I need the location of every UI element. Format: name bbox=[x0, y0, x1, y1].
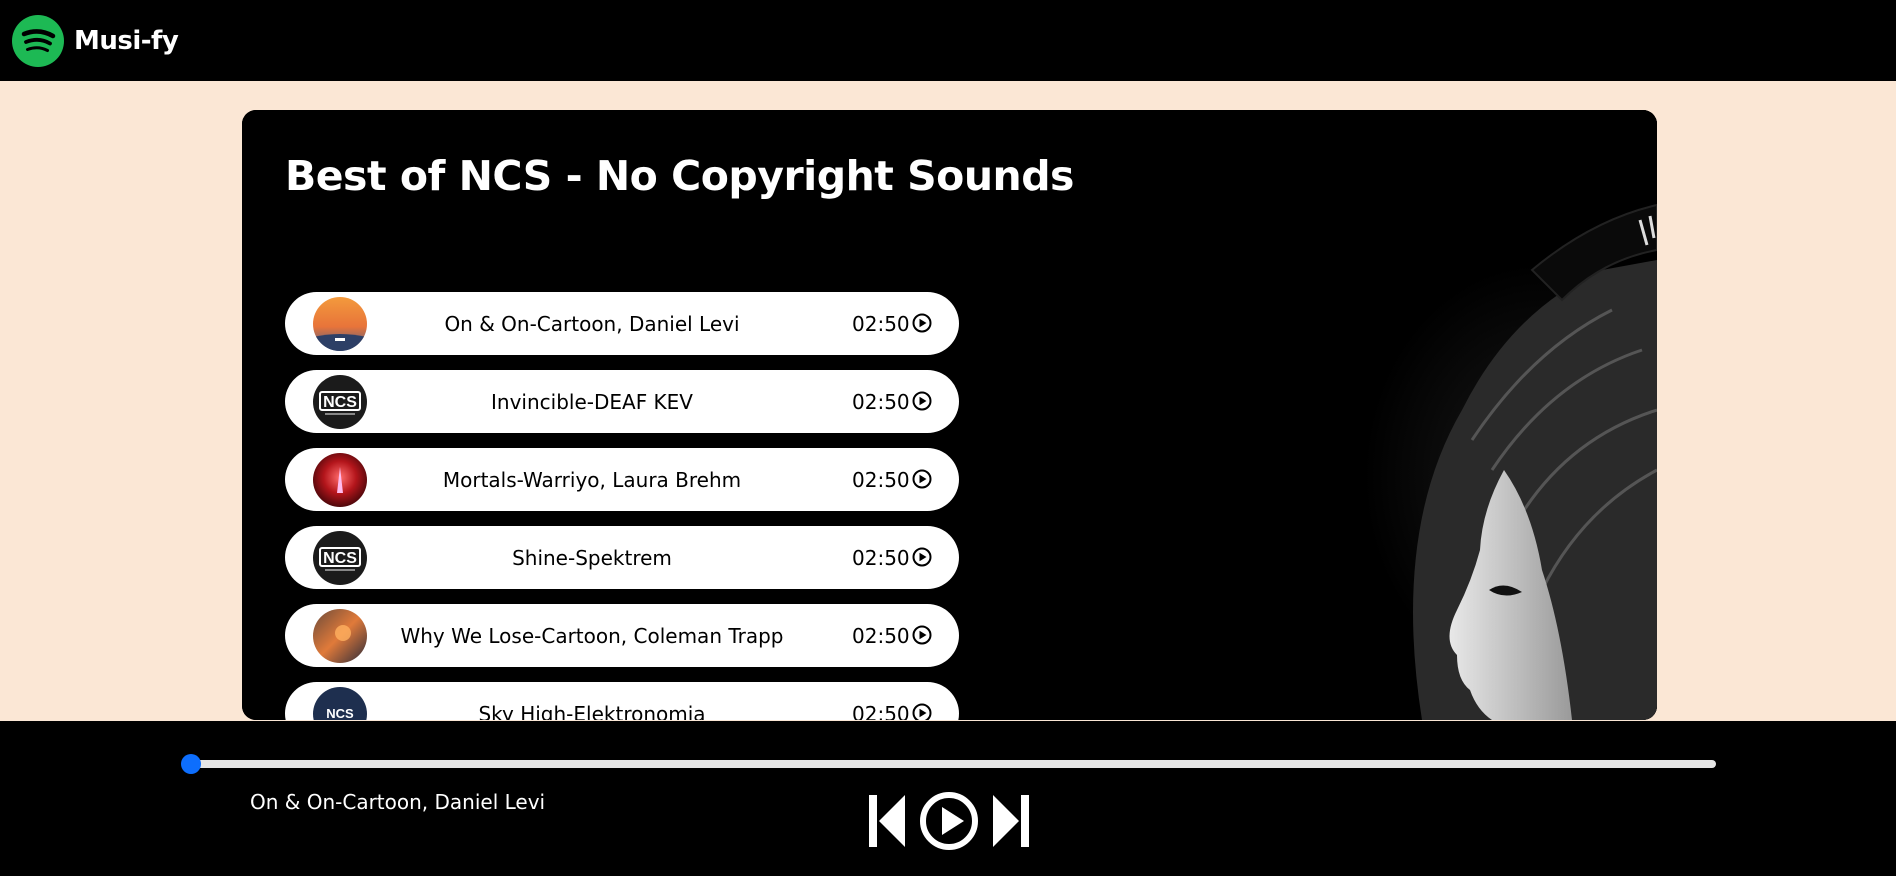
play-icon[interactable] bbox=[919, 791, 979, 851]
player-bar: On & On-Cartoon, Daniel Levi bbox=[0, 721, 1896, 876]
song-item[interactable]: On & On-Cartoon, Daniel Levi 02:50 bbox=[285, 292, 959, 355]
song-item[interactable]: Why We Lose-Cartoon, Coleman Trapp 02:50 bbox=[285, 604, 959, 667]
song-item[interactable]: NCS Sky High-Elektronomia 02:50 bbox=[285, 682, 959, 720]
play-circle-icon[interactable] bbox=[912, 547, 932, 567]
play-circle-icon[interactable] bbox=[912, 391, 932, 411]
play-circle-icon[interactable] bbox=[912, 625, 932, 645]
song-duration: 02:50 bbox=[852, 545, 910, 570]
song-list: On & On-Cartoon, Daniel Levi 02:50 NCS I… bbox=[285, 292, 959, 720]
player-controls bbox=[867, 791, 1033, 853]
song-duration: 02:50 bbox=[852, 389, 910, 414]
song-title: Mortals-Warriyo, Laura Brehm bbox=[442, 467, 742, 492]
song-cover-image bbox=[313, 609, 367, 663]
progress-thumb[interactable] bbox=[181, 754, 201, 774]
play-circle-icon[interactable] bbox=[912, 313, 932, 333]
song-cover-image bbox=[313, 453, 367, 507]
play-circle-icon[interactable] bbox=[912, 703, 932, 720]
playlist-container: Best of NCS - No Copyright Sounds On & O… bbox=[242, 110, 1657, 720]
song-title: On & On-Cartoon, Daniel Levi bbox=[444, 311, 740, 336]
song-duration: 02:50 bbox=[852, 623, 910, 648]
navbar: Musi-fy bbox=[0, 0, 1896, 81]
spotify-logo-icon[interactable] bbox=[12, 14, 64, 67]
now-playing-title: On & On-Cartoon, Daniel Levi bbox=[250, 790, 546, 814]
svg-text:NCS: NCS bbox=[323, 394, 357, 411]
song-item[interactable]: NCS Invincible-DEAF KEV 02:50 bbox=[285, 370, 959, 433]
svg-text:NCS: NCS bbox=[323, 550, 357, 567]
song-title: Why We Lose-Cartoon, Coleman Trapp bbox=[400, 623, 784, 648]
playlist-title: Best of NCS - No Copyright Sounds bbox=[285, 152, 1074, 200]
song-item[interactable]: Mortals-Warriyo, Laura Brehm 02:50 bbox=[285, 448, 959, 511]
previous-icon[interactable] bbox=[867, 791, 907, 851]
song-duration: 02:50 bbox=[852, 311, 910, 336]
song-title: Sky High-Elektronomia bbox=[478, 701, 706, 721]
song-cover-image: NCS bbox=[313, 687, 367, 720]
song-cover-image: NCS bbox=[313, 531, 367, 585]
progress-bar[interactable] bbox=[181, 754, 1716, 774]
song-cover-image: NCS bbox=[313, 375, 367, 429]
song-item[interactable]: NCS Shine-Spektrem 02:50 bbox=[285, 526, 959, 589]
play-circle-icon[interactable] bbox=[912, 469, 932, 489]
song-title: Shine-Spektrem bbox=[512, 545, 672, 570]
song-cover-image bbox=[313, 297, 367, 351]
song-duration: 02:50 bbox=[852, 701, 910, 721]
next-icon[interactable] bbox=[991, 791, 1031, 851]
svg-text:NCS: NCS bbox=[326, 706, 354, 720]
song-duration: 02:50 bbox=[852, 467, 910, 492]
app-name: Musi-fy bbox=[74, 25, 179, 56]
song-title: Invincible-DEAF KEV bbox=[491, 389, 693, 414]
